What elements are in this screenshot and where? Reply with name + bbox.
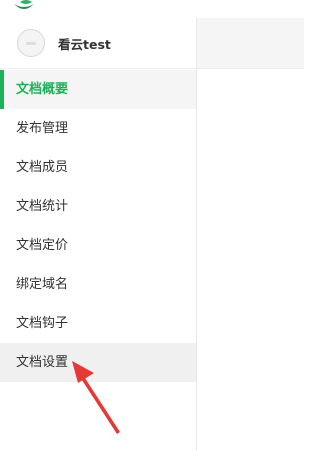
user-name: 看云test (58, 36, 111, 52)
main-header (197, 18, 304, 69)
sidebar-item-members[interactable]: 文档成员 (0, 148, 196, 187)
brand-logo[interactable] (0, 0, 197, 18)
sidebar-item-label: 文档钩子 (16, 316, 69, 331)
sidebar-item-label: 发布管理 (16, 121, 69, 136)
sidebar-item-label: 绑定域名 (16, 277, 69, 292)
sidebar: 看云test 文档概要 发布管理 文档成员 文档统计 文档定价 绑定域名 文档钩… (0, 18, 197, 451)
sidebar-item-domain[interactable]: 绑定域名 (0, 265, 196, 304)
main-content (197, 69, 304, 451)
sidebar-nav: 文档概要 发布管理 文档成员 文档统计 文档定价 绑定域名 文档钩子 文档设置 (0, 70, 196, 382)
user-profile[interactable]: 看云test (0, 18, 196, 69)
sidebar-item-statistics[interactable]: 文档统计 (0, 187, 196, 226)
sidebar-item-label: 文档统计 (16, 199, 69, 214)
sidebar-item-pricing[interactable]: 文档定价 (0, 226, 196, 265)
sidebar-item-publish[interactable]: 发布管理 (0, 109, 196, 148)
sidebar-item-webhooks[interactable]: 文档钩子 (0, 304, 196, 343)
sidebar-item-label: 文档概要 (16, 82, 69, 97)
sidebar-item-label: 文档定价 (16, 238, 69, 253)
avatar[interactable] (17, 29, 45, 57)
sidebar-item-label: 文档成员 (16, 160, 69, 175)
sidebar-item-settings[interactable]: 文档设置 (0, 343, 196, 382)
sidebar-item-label: 文档设置 (16, 355, 69, 370)
leaf-logo-icon (14, 0, 34, 9)
sidebar-item-overview[interactable]: 文档概要 (0, 70, 196, 109)
